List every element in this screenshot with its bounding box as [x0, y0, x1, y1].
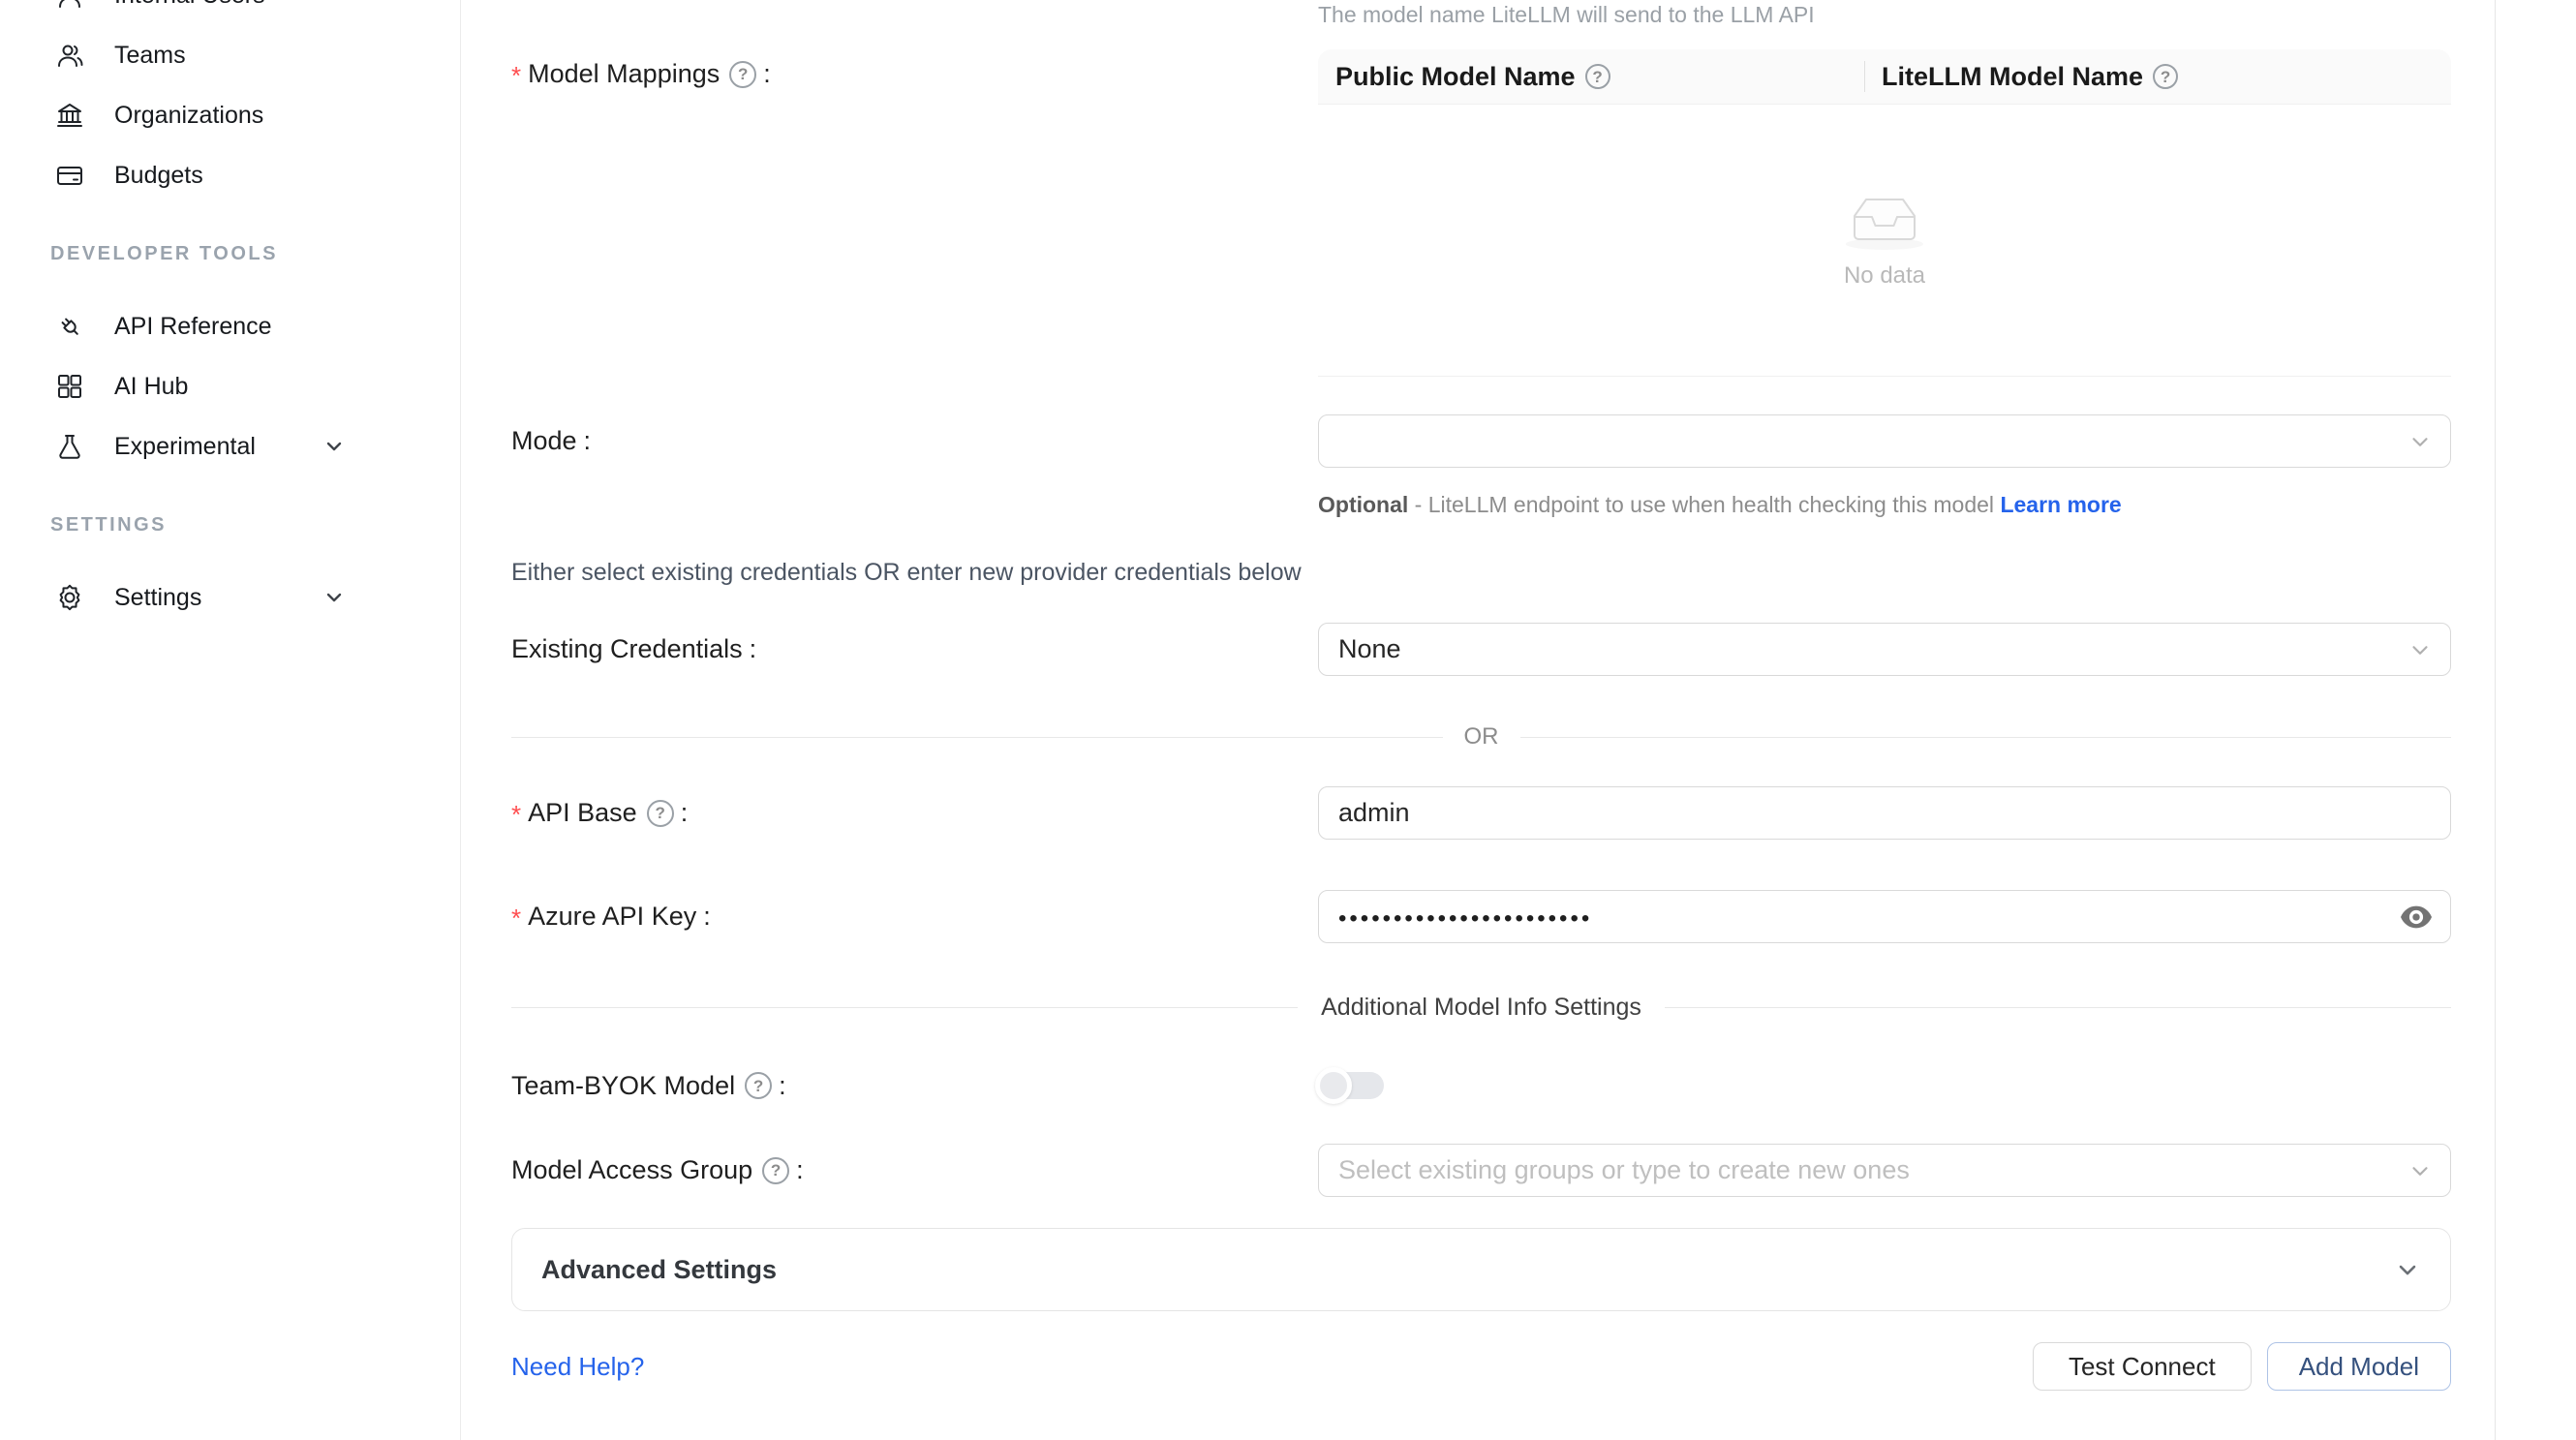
- question-circle-icon[interactable]: [745, 1072, 772, 1099]
- sidebar-item-label: Internal Users: [114, 0, 265, 10]
- api-base-row: API Base admin: [511, 786, 2451, 840]
- model-access-group-row: Model Access Group Select existing group…: [511, 1144, 2451, 1197]
- advanced-settings-title: Advanced Settings: [541, 1255, 777, 1285]
- chevron-down-icon: [2394, 1256, 2421, 1283]
- sidebar-item-internal-users[interactable]: Internal Users: [0, 0, 460, 25]
- need-help-link[interactable]: Need Help?: [511, 1352, 644, 1382]
- add-model-form-panel: The model name LiteLLM will send to the …: [461, 0, 2496, 1440]
- question-circle-icon[interactable]: [1585, 64, 1610, 89]
- model-access-group-select[interactable]: Select existing groups or type to create…: [1318, 1144, 2451, 1197]
- sidebar-item-label: Organizations: [114, 102, 263, 130]
- additional-settings-divider: Additional Model Info Settings: [511, 993, 2451, 1022]
- grid-icon: [54, 371, 85, 402]
- credentials-note: Either select existing credentials OR en…: [511, 559, 2451, 588]
- existing-credentials-select[interactable]: None: [1318, 623, 2451, 676]
- sidebar-item-organizations[interactable]: Organizations: [0, 85, 460, 145]
- inbox-icon: [1841, 191, 1928, 251]
- team-byok-label: Team-BYOK Model: [511, 1071, 1318, 1101]
- sidebar-item-teams[interactable]: Teams: [0, 25, 460, 85]
- eye-icon[interactable]: [2400, 904, 2433, 930]
- teams-icon: [54, 40, 85, 71]
- required-asterisk: [511, 798, 528, 828]
- sidebar-item-api-reference[interactable]: API Reference: [0, 296, 460, 356]
- plug-icon: [54, 311, 85, 342]
- model-mappings-row: Model Mappings Public Model Name LiteL: [511, 49, 2451, 377]
- sidebar-item-label: Settings: [114, 584, 201, 612]
- add-model-form: The model name LiteLLM will send to the …: [511, 0, 2451, 1391]
- sidebar-item-label: Teams: [114, 42, 186, 70]
- chevron-down-icon: [2407, 1158, 2433, 1183]
- azure-api-key-label: Azure API Key: [511, 902, 1318, 932]
- chevron-down-icon: [322, 435, 346, 458]
- chevron-down-icon: [2407, 637, 2433, 662]
- mode-select[interactable]: [1318, 414, 2451, 468]
- sidebar-section-settings: SETTINGS: [0, 506, 460, 544]
- table-empty-state: No data: [1318, 105, 2451, 377]
- mode-label: Mode: [511, 426, 1318, 456]
- column-header-public-model-name: Public Model Name: [1318, 62, 1864, 92]
- required-asterisk: [511, 902, 528, 932]
- mode-row: Mode: [511, 414, 2451, 468]
- sidebar-item-label: AI Hub: [114, 373, 188, 401]
- api-base-input[interactable]: admin: [1318, 786, 2451, 840]
- advanced-settings-panel[interactable]: Advanced Settings: [511, 1228, 2451, 1311]
- add-model-button[interactable]: Add Model: [2267, 1342, 2451, 1391]
- gear-icon: [54, 582, 85, 613]
- existing-credentials-row: Existing Credentials None: [511, 623, 2451, 676]
- model-access-group-label: Model Access Group: [511, 1155, 1318, 1185]
- main-content: The model name LiteLLM will send to the …: [461, 0, 2576, 1440]
- no-data-text: No data: [1844, 262, 1925, 290]
- question-circle-icon[interactable]: [647, 800, 674, 827]
- azure-api-key-row: Azure API Key •••••••••••••••••••••••: [511, 890, 2451, 943]
- question-circle-icon[interactable]: [729, 61, 756, 88]
- sidebar-section-developer-tools: DEVELOPER TOOLS: [0, 234, 460, 273]
- masked-password-value: •••••••••••••••••••••••: [1338, 905, 1592, 933]
- model-mappings-label: Model Mappings: [511, 49, 1318, 89]
- sidebar-item-ai-hub[interactable]: AI Hub: [0, 356, 460, 416]
- chevron-down-icon: [2407, 429, 2433, 454]
- toggle-knob: [1315, 1067, 1352, 1104]
- model-mappings-table: Public Model Name LiteLLM Model Name: [1318, 49, 2451, 377]
- learn-more-link[interactable]: Learn more: [2000, 492, 2121, 517]
- form-footer: Need Help? Test Connect Add Model: [511, 1342, 2451, 1391]
- or-divider: OR: [511, 722, 2451, 751]
- column-header-litellm-model-name: LiteLLM Model Name: [1864, 62, 2410, 92]
- user-icon: [54, 0, 85, 11]
- bank-icon: [54, 100, 85, 131]
- credit-card-icon: [54, 160, 85, 191]
- existing-credentials-label: Existing Credentials: [511, 634, 1318, 664]
- litellm-model-name-help-text: The model name LiteLLM will send to the …: [1318, 0, 2451, 25]
- app-root: Internal Users Teams Organizations Budge…: [0, 0, 2576, 1440]
- mode-help-text: Optional - LiteLLM endpoint to use when …: [1318, 485, 2170, 524]
- sidebar-item-label: Budgets: [114, 162, 203, 190]
- question-circle-icon[interactable]: [2153, 64, 2178, 89]
- sidebar-item-label: API Reference: [114, 313, 272, 341]
- team-byok-toggle[interactable]: [1318, 1072, 1384, 1099]
- team-byok-row: Team-BYOK Model: [511, 1066, 2451, 1105]
- sidebar: Internal Users Teams Organizations Budge…: [0, 0, 461, 1440]
- flask-icon: [54, 431, 85, 462]
- sidebar-item-label: Experimental: [114, 433, 256, 461]
- sidebar-item-budgets[interactable]: Budgets: [0, 145, 460, 205]
- test-connect-button[interactable]: Test Connect: [2033, 1342, 2252, 1391]
- sidebar-item-experimental[interactable]: Experimental: [0, 416, 460, 476]
- chevron-down-icon: [322, 586, 346, 609]
- api-base-label: API Base: [511, 798, 1318, 828]
- column-divider: [1864, 61, 1865, 92]
- question-circle-icon[interactable]: [762, 1157, 789, 1184]
- azure-api-key-input[interactable]: •••••••••••••••••••••••: [1318, 890, 2451, 943]
- required-asterisk: [511, 59, 528, 89]
- table-header: Public Model Name LiteLLM Model Name: [1318, 49, 2451, 105]
- sidebar-item-settings[interactable]: Settings: [0, 567, 460, 628]
